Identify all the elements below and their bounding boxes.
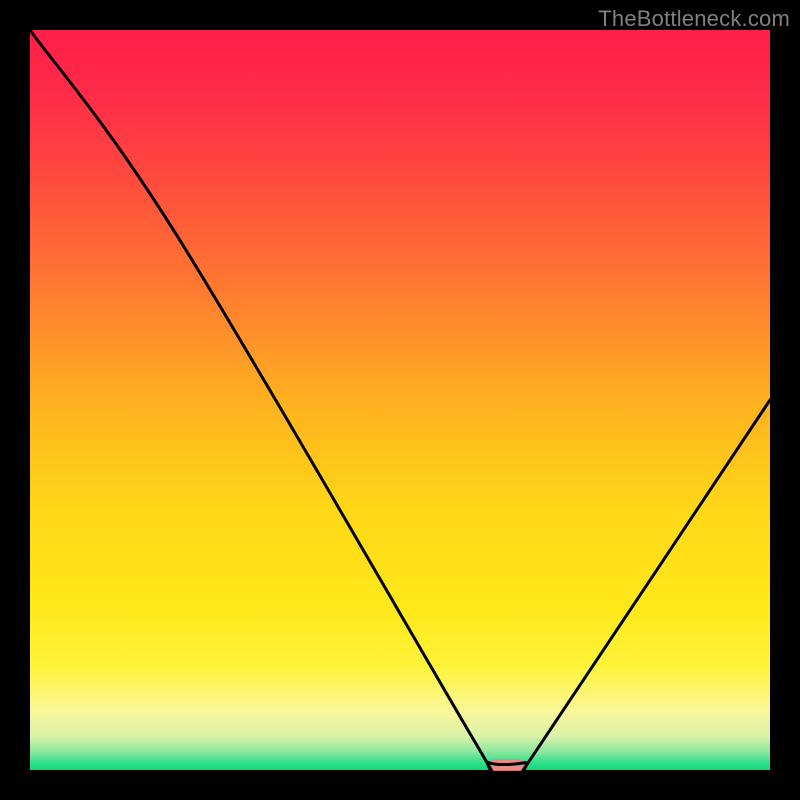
chart-stage: TheBottleneck.com [0,0,800,800]
plot-area [30,30,770,770]
watermark-text: TheBottleneck.com [598,6,790,32]
chart-svg [0,0,800,800]
